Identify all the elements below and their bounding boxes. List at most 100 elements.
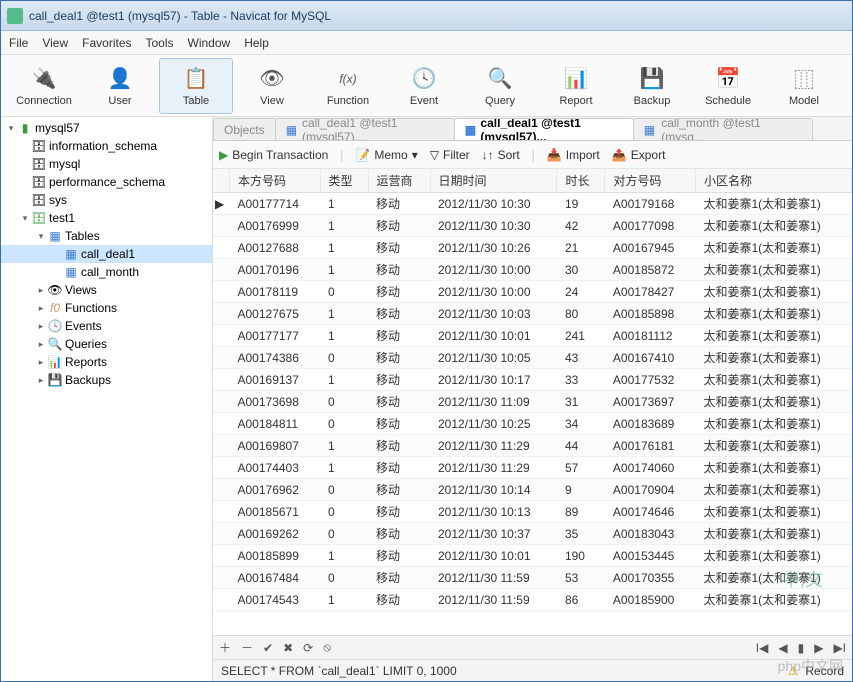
cancel-button[interactable]: ✖: [283, 641, 293, 655]
cell[interactable]: A00185900: [605, 589, 696, 611]
col-other-number[interactable]: 对方号码: [605, 169, 696, 193]
cell[interactable]: A00177714: [230, 193, 321, 215]
table-row[interactable]: A00176962 0 移动 2012/11/30 10:14 9 A00170…: [213, 479, 852, 501]
schedule-button[interactable]: 📅Schedule: [691, 58, 765, 114]
cell[interactable]: 2012/11/30 10:13: [430, 501, 557, 523]
cell[interactable]: A00174386: [230, 347, 321, 369]
tab-call-deal1-a[interactable]: ▦call_deal1 @test1 (mysql57)...: [275, 118, 455, 140]
cell[interactable]: 移动: [368, 545, 430, 567]
cell[interactable]: A00169137: [230, 369, 321, 391]
table-row[interactable]: A00184811 0 移动 2012/11/30 10:25 34 A0018…: [213, 413, 852, 435]
cell[interactable]: 太和姜寨1(太和姜寨1): [695, 193, 851, 215]
export-button[interactable]: 📤Export: [612, 148, 666, 162]
table-row[interactable]: A00174386 0 移动 2012/11/30 10:05 43 A0016…: [213, 347, 852, 369]
tree-db-sys[interactable]: 🗄sys: [1, 191, 212, 209]
cell[interactable]: 0: [320, 281, 368, 303]
cell[interactable]: A00183043: [605, 523, 696, 545]
cell[interactable]: A00173698: [230, 391, 321, 413]
cell[interactable]: 44: [557, 435, 605, 457]
tree-db-performance-schema[interactable]: 🗄performance_schema: [1, 173, 212, 191]
cell[interactable]: A00178427: [605, 281, 696, 303]
tree-functions[interactable]: ▸f0Functions: [1, 299, 212, 317]
table-row[interactable]: A00174403 1 移动 2012/11/30 11:29 57 A0017…: [213, 457, 852, 479]
cell[interactable]: 移动: [368, 457, 430, 479]
cell[interactable]: 2012/11/30 10:05: [430, 347, 557, 369]
delete-row-button[interactable]: －: [241, 639, 253, 656]
cell[interactable]: 2012/11/30 10:30: [430, 193, 557, 215]
cell[interactable]: 太和姜寨1(太和姜寨1): [695, 567, 851, 589]
cell[interactable]: A00185898: [605, 303, 696, 325]
report-button[interactable]: 📊Report: [539, 58, 613, 114]
menu-favorites[interactable]: Favorites: [82, 36, 131, 50]
cell[interactable]: 移动: [368, 567, 430, 589]
cell[interactable]: 太和姜寨1(太和姜寨1): [695, 259, 851, 281]
cell[interactable]: 2012/11/30 10:26: [430, 237, 557, 259]
cell[interactable]: 42: [557, 215, 605, 237]
memo-button[interactable]: 📝Memo▾: [355, 148, 417, 162]
tree-events[interactable]: ▸🕓Events: [1, 317, 212, 335]
model-button[interactable]: ⿲Model: [767, 58, 841, 114]
begin-transaction-button[interactable]: ▶Begin Transaction: [219, 148, 328, 162]
cell[interactable]: 太和姜寨1(太和姜寨1): [695, 435, 851, 457]
cell[interactable]: 80: [557, 303, 605, 325]
cell[interactable]: A00167484: [230, 567, 321, 589]
cell[interactable]: A00185872: [605, 259, 696, 281]
cell[interactable]: 移动: [368, 237, 430, 259]
cell[interactable]: A00174646: [605, 501, 696, 523]
col-carrier[interactable]: 运营商: [368, 169, 430, 193]
cell[interactable]: 移动: [368, 413, 430, 435]
cell[interactable]: 太和姜寨1(太和姜寨1): [695, 281, 851, 303]
cell[interactable]: A00177098: [605, 215, 696, 237]
cell[interactable]: A00174060: [605, 457, 696, 479]
col-duration[interactable]: 时长: [557, 169, 605, 193]
col-cell-name[interactable]: 小区名称: [695, 169, 851, 193]
cell[interactable]: 太和姜寨1(太和姜寨1): [695, 479, 851, 501]
cell[interactable]: A00153445: [605, 545, 696, 567]
tab-call-month[interactable]: ▦call_month @test1 (mysq...: [633, 118, 813, 140]
cell[interactable]: 2012/11/30 10:03: [430, 303, 557, 325]
view-button[interactable]: 👁View: [235, 58, 309, 114]
table-button[interactable]: 📋Table: [159, 58, 233, 114]
col-self-number[interactable]: 本方号码: [230, 169, 321, 193]
cell[interactable]: 2012/11/30 11:59: [430, 589, 557, 611]
cell[interactable]: 1: [320, 457, 368, 479]
query-button[interactable]: 🔍Query: [463, 58, 537, 114]
tree-connection[interactable]: ▾▮mysql57: [1, 119, 212, 137]
cell[interactable]: 2012/11/30 10:00: [430, 281, 557, 303]
cell[interactable]: A00185671: [230, 501, 321, 523]
cell[interactable]: 2012/11/30 10:17: [430, 369, 557, 391]
add-row-button[interactable]: ＋: [219, 639, 231, 656]
table-row[interactable]: A00169807 1 移动 2012/11/30 11:29 44 A0017…: [213, 435, 852, 457]
cell[interactable]: 0: [320, 347, 368, 369]
event-button[interactable]: 🕓Event: [387, 58, 461, 114]
commit-button[interactable]: ✔: [263, 641, 273, 655]
cell[interactable]: 31: [557, 391, 605, 413]
cell[interactable]: 太和姜寨1(太和姜寨1): [695, 413, 851, 435]
cell[interactable]: 0: [320, 523, 368, 545]
cell[interactable]: 移动: [368, 259, 430, 281]
cell[interactable]: 移动: [368, 369, 430, 391]
cell[interactable]: 33: [557, 369, 605, 391]
cell[interactable]: 移动: [368, 589, 430, 611]
cell[interactable]: A00174403: [230, 457, 321, 479]
cell[interactable]: A00170196: [230, 259, 321, 281]
cell[interactable]: 24: [557, 281, 605, 303]
cell[interactable]: 89: [557, 501, 605, 523]
cell[interactable]: A00169262: [230, 523, 321, 545]
cell[interactable]: A00167945: [605, 237, 696, 259]
cell[interactable]: 2012/11/30 10:37: [430, 523, 557, 545]
cell[interactable]: A00177177: [230, 325, 321, 347]
cell[interactable]: 太和姜寨1(太和姜寨1): [695, 325, 851, 347]
table-row[interactable]: A00173698 0 移动 2012/11/30 11:09 31 A0017…: [213, 391, 852, 413]
table-row[interactable]: A00177177 1 移动 2012/11/30 10:01 241 A001…: [213, 325, 852, 347]
menu-view[interactable]: View: [42, 36, 68, 50]
cell[interactable]: 1: [320, 259, 368, 281]
tree-db-mysql[interactable]: 🗄mysql: [1, 155, 212, 173]
cell[interactable]: A00127688: [230, 237, 321, 259]
tree-table-call-deal1[interactable]: ▦call_deal1: [1, 245, 212, 263]
tree-tables[interactable]: ▾▦Tables: [1, 227, 212, 245]
cell[interactable]: 1: [320, 237, 368, 259]
cell[interactable]: 移动: [368, 479, 430, 501]
user-button[interactable]: 👤User: [83, 58, 157, 114]
cell[interactable]: 移动: [368, 435, 430, 457]
